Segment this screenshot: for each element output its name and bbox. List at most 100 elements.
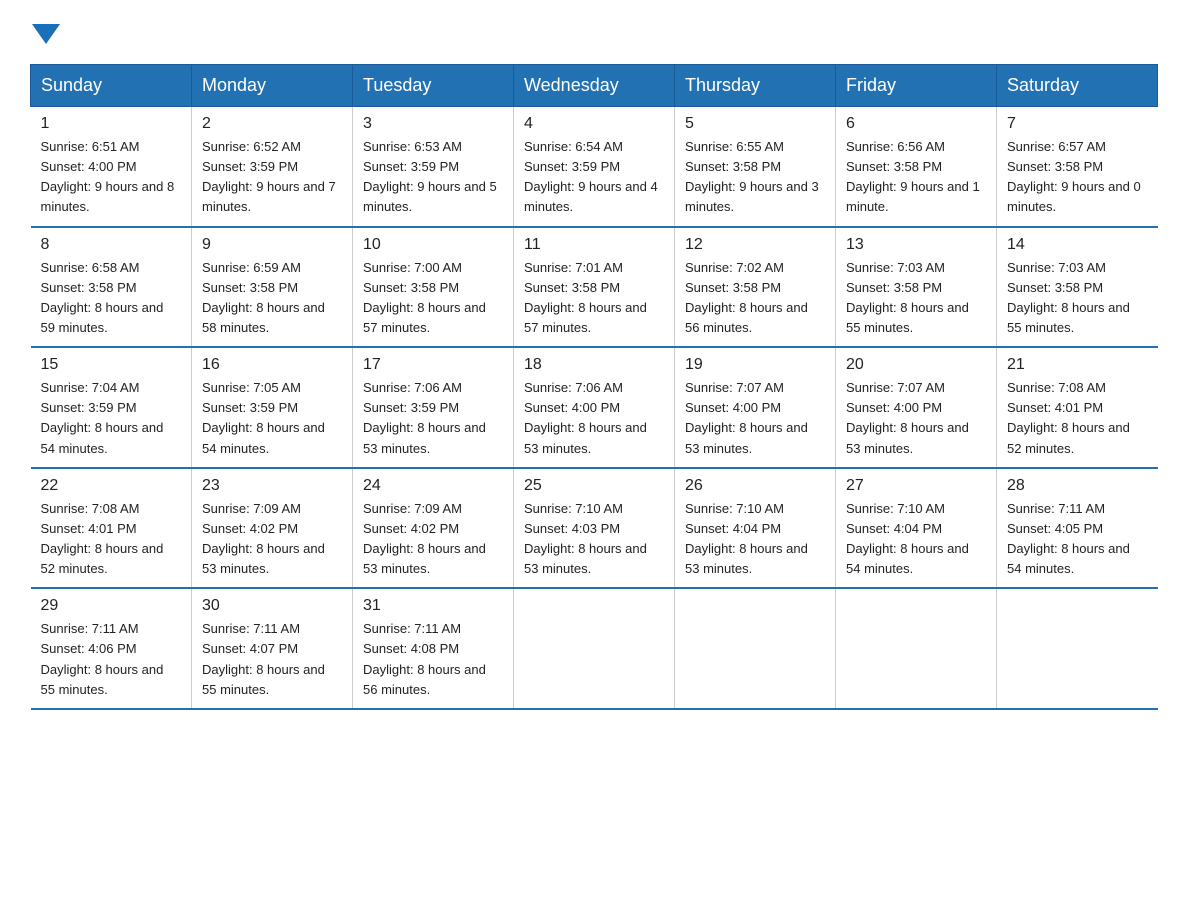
calendar-cell: 28 Sunrise: 7:11 AMSunset: 4:05 PMDayligh… xyxy=(997,468,1158,589)
calendar-week-row: 29 Sunrise: 7:11 AMSunset: 4:06 PMDayligh… xyxy=(31,588,1158,709)
calendar-cell: 18 Sunrise: 7:06 AMSunset: 4:00 PMDayligh… xyxy=(514,347,675,468)
page-header xyxy=(30,20,1158,44)
day-info: Sunrise: 7:11 AMSunset: 4:08 PMDaylight:… xyxy=(363,619,503,700)
day-info: Sunrise: 7:05 AMSunset: 3:59 PMDaylight:… xyxy=(202,378,342,459)
day-number: 20 xyxy=(846,356,986,374)
day-info: Sunrise: 6:56 AMSunset: 3:58 PMDaylight:… xyxy=(846,137,986,218)
day-info: Sunrise: 7:07 AMSunset: 4:00 PMDaylight:… xyxy=(846,378,986,459)
calendar-cell: 10 Sunrise: 7:00 AMSunset: 3:58 PMDayligh… xyxy=(353,227,514,348)
day-info: Sunrise: 6:57 AMSunset: 3:58 PMDaylight:… xyxy=(1007,137,1148,218)
logo xyxy=(30,20,60,44)
day-info: Sunrise: 7:03 AMSunset: 3:58 PMDaylight:… xyxy=(1007,258,1148,339)
day-info: Sunrise: 7:08 AMSunset: 4:01 PMDaylight:… xyxy=(1007,378,1148,459)
weekday-header-monday: Monday xyxy=(192,65,353,107)
calendar-cell: 30Sunrise: 7:11 AMSunset: 4:07 PMDayligh… xyxy=(192,588,353,709)
day-number: 21 xyxy=(1007,356,1148,374)
calendar-cell xyxy=(675,588,836,709)
day-info: Sunrise: 7:06 AMSunset: 4:00 PMDaylight:… xyxy=(524,378,664,459)
calendar-cell: 31Sunrise: 7:11 AMSunset: 4:08 PMDayligh… xyxy=(353,588,514,709)
weekday-header-tuesday: Tuesday xyxy=(353,65,514,107)
calendar-cell: 17 Sunrise: 7:06 AMSunset: 3:59 PMDayligh… xyxy=(353,347,514,468)
day-info: Sunrise: 6:59 AMSunset: 3:58 PMDaylight:… xyxy=(202,258,342,339)
day-number: 1 xyxy=(41,115,182,133)
calendar-cell: 23Sunrise: 7:09 AMSunset: 4:02 PMDayligh… xyxy=(192,468,353,589)
calendar-cell: 22 Sunrise: 7:08 AMSunset: 4:01 PMDayligh… xyxy=(31,468,192,589)
calendar-cell xyxy=(514,588,675,709)
day-number: 11 xyxy=(524,236,664,254)
day-number: 13 xyxy=(846,236,986,254)
day-info: Sunrise: 7:08 AMSunset: 4:01 PMDaylight:… xyxy=(41,499,182,580)
day-number: 10 xyxy=(363,236,503,254)
logo-triangle-icon xyxy=(32,24,60,44)
calendar-cell: 27 Sunrise: 7:10 AMSunset: 4:04 PMDayligh… xyxy=(836,468,997,589)
day-info: Sunrise: 6:55 AMSunset: 3:58 PMDaylight:… xyxy=(685,137,825,218)
calendar-cell: 16 Sunrise: 7:05 AMSunset: 3:59 PMDayligh… xyxy=(192,347,353,468)
calendar-cell: 5 Sunrise: 6:55 AMSunset: 3:58 PMDaylight… xyxy=(675,107,836,227)
day-number: 8 xyxy=(41,236,182,254)
day-info: Sunrise: 6:51 AMSunset: 4:00 PMDaylight:… xyxy=(41,137,182,218)
calendar-week-row: 1 Sunrise: 6:51 AMSunset: 4:00 PMDaylight… xyxy=(31,107,1158,227)
day-info: Sunrise: 7:10 AMSunset: 4:04 PMDaylight:… xyxy=(846,499,986,580)
day-number: 19 xyxy=(685,356,825,374)
calendar-table: SundayMondayTuesdayWednesdayThursdayFrid… xyxy=(30,64,1158,710)
day-info: Sunrise: 7:06 AMSunset: 3:59 PMDaylight:… xyxy=(363,378,503,459)
weekday-header-friday: Friday xyxy=(836,65,997,107)
calendar-week-row: 8Sunrise: 6:58 AMSunset: 3:58 PMDaylight… xyxy=(31,227,1158,348)
day-info: Sunrise: 7:01 AMSunset: 3:58 PMDaylight:… xyxy=(524,258,664,339)
day-number: 16 xyxy=(202,356,342,374)
weekday-header-sunday: Sunday xyxy=(31,65,192,107)
calendar-cell: 2 Sunrise: 6:52 AMSunset: 3:59 PMDaylight… xyxy=(192,107,353,227)
day-info: Sunrise: 7:07 AMSunset: 4:00 PMDaylight:… xyxy=(685,378,825,459)
calendar-cell: 14 Sunrise: 7:03 AMSunset: 3:58 PMDayligh… xyxy=(997,227,1158,348)
day-number: 29 xyxy=(41,597,182,615)
calendar-cell: 19 Sunrise: 7:07 AMSunset: 4:00 PMDayligh… xyxy=(675,347,836,468)
calendar-cell: 3 Sunrise: 6:53 AMSunset: 3:59 PMDaylight… xyxy=(353,107,514,227)
day-number: 12 xyxy=(685,236,825,254)
calendar-cell: 25 Sunrise: 7:10 AMSunset: 4:03 PMDayligh… xyxy=(514,468,675,589)
day-number: 5 xyxy=(685,115,825,133)
calendar-cell: 4 Sunrise: 6:54 AMSunset: 3:59 PMDaylight… xyxy=(514,107,675,227)
day-info: Sunrise: 7:04 AMSunset: 3:59 PMDaylight:… xyxy=(41,378,182,459)
calendar-week-row: 15 Sunrise: 7:04 AMSunset: 3:59 PMDayligh… xyxy=(31,347,1158,468)
day-info: Sunrise: 7:10 AMSunset: 4:03 PMDaylight:… xyxy=(524,499,664,580)
day-number: 3 xyxy=(363,115,503,133)
calendar-cell: 11 Sunrise: 7:01 AMSunset: 3:58 PMDayligh… xyxy=(514,227,675,348)
day-info: Sunrise: 7:03 AMSunset: 3:58 PMDaylight:… xyxy=(846,258,986,339)
calendar-cell: 29 Sunrise: 7:11 AMSunset: 4:06 PMDayligh… xyxy=(31,588,192,709)
day-info: Sunrise: 7:11 AMSunset: 4:07 PMDaylight:… xyxy=(202,619,342,700)
day-info: Sunrise: 6:52 AMSunset: 3:59 PMDaylight:… xyxy=(202,137,342,218)
calendar-cell: 15 Sunrise: 7:04 AMSunset: 3:59 PMDayligh… xyxy=(31,347,192,468)
day-info: Sunrise: 7:00 AMSunset: 3:58 PMDaylight:… xyxy=(363,258,503,339)
calendar-cell: 24 Sunrise: 7:09 AMSunset: 4:02 PMDayligh… xyxy=(353,468,514,589)
calendar-cell: 26Sunrise: 7:10 AMSunset: 4:04 PMDayligh… xyxy=(675,468,836,589)
weekday-header-wednesday: Wednesday xyxy=(514,65,675,107)
day-info: Sunrise: 6:53 AMSunset: 3:59 PMDaylight:… xyxy=(363,137,503,218)
weekday-header-row: SundayMondayTuesdayWednesdayThursdayFrid… xyxy=(31,65,1158,107)
day-info: Sunrise: 7:11 AMSunset: 4:06 PMDaylight:… xyxy=(41,619,182,700)
calendar-cell: 20 Sunrise: 7:07 AMSunset: 4:00 PMDayligh… xyxy=(836,347,997,468)
weekday-header-saturday: Saturday xyxy=(997,65,1158,107)
day-number: 6 xyxy=(846,115,986,133)
day-number: 9 xyxy=(202,236,342,254)
day-number: 7 xyxy=(1007,115,1148,133)
day-number: 25 xyxy=(524,477,664,495)
day-number: 14 xyxy=(1007,236,1148,254)
day-info: Sunrise: 6:54 AMSunset: 3:59 PMDaylight:… xyxy=(524,137,664,218)
day-number: 22 xyxy=(41,477,182,495)
day-number: 17 xyxy=(363,356,503,374)
day-number: 28 xyxy=(1007,477,1148,495)
day-number: 15 xyxy=(41,356,182,374)
day-number: 2 xyxy=(202,115,342,133)
day-number: 27 xyxy=(846,477,986,495)
day-info: Sunrise: 7:09 AMSunset: 4:02 PMDaylight:… xyxy=(363,499,503,580)
day-number: 24 xyxy=(363,477,503,495)
calendar-cell: 1 Sunrise: 6:51 AMSunset: 4:00 PMDaylight… xyxy=(31,107,192,227)
day-info: Sunrise: 7:11 AMSunset: 4:05 PMDaylight:… xyxy=(1007,499,1148,580)
day-number: 4 xyxy=(524,115,664,133)
calendar-cell: 21 Sunrise: 7:08 AMSunset: 4:01 PMDayligh… xyxy=(997,347,1158,468)
day-info: Sunrise: 7:10 AMSunset: 4:04 PMDaylight:… xyxy=(685,499,825,580)
calendar-cell xyxy=(997,588,1158,709)
calendar-cell: 12Sunrise: 7:02 AMSunset: 3:58 PMDayligh… xyxy=(675,227,836,348)
day-number: 18 xyxy=(524,356,664,374)
calendar-week-row: 22 Sunrise: 7:08 AMSunset: 4:01 PMDayligh… xyxy=(31,468,1158,589)
